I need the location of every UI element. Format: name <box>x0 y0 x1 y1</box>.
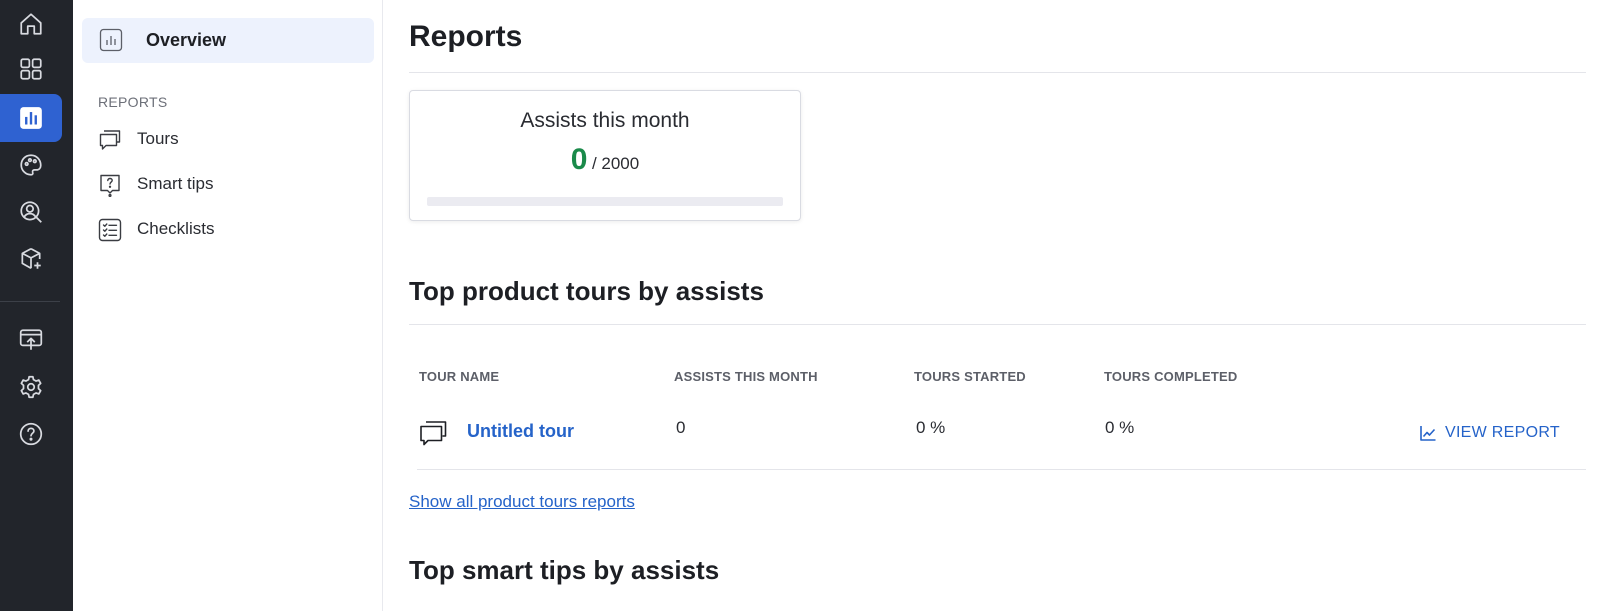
subnav-item-smart-tips[interactable]: Smart tips <box>98 170 368 200</box>
reports-chart-icon <box>20 107 42 129</box>
rail-audience-button[interactable] <box>0 188 62 236</box>
help-icon <box>19 422 43 446</box>
smart-tips-section-title: Top smart tips by assists <box>409 555 720 585</box>
bar-chart-icon <box>99 28 123 52</box>
column-header-tours-started: TOURS STARTED <box>914 369 1026 384</box>
view-report-button[interactable]: VIEW REPORT <box>1419 424 1560 442</box>
icon-rail <box>0 0 73 611</box>
assists-count-value: 0 <box>570 143 588 176</box>
gear-icon <box>20 375 42 399</box>
subnav-checklists-label: Checklists <box>137 219 215 238</box>
assists-card-title: Assists this month <box>520 109 690 132</box>
rail-settings-button[interactable] <box>0 363 62 411</box>
reports-main: Reports Assists this month 0 / 2000 Top … <box>384 0 1600 611</box>
view-report-label: VIEW REPORT <box>1444 424 1560 441</box>
tours-chat-icon <box>99 130 121 150</box>
page-title: Reports <box>409 20 523 53</box>
checklist-icon <box>98 218 122 242</box>
assists-count: 0 / 2000 <box>410 143 800 177</box>
rail-publish-button[interactable] <box>0 316 62 364</box>
tour-chat-icon <box>420 421 447 446</box>
subnav-overview-label: Overview <box>146 30 227 50</box>
assists-card: Assists this month 0 / 2000 <box>409 90 801 221</box>
rail-home-button[interactable] <box>0 0 62 48</box>
subnav-section-label: REPORTS <box>98 94 168 110</box>
subnav-item-overview[interactable]: Overview <box>82 18 374 63</box>
assists-count-total: / 2000 <box>591 154 640 173</box>
palette-icon <box>20 154 42 176</box>
column-header-assists: ASSISTS THIS MONTH <box>674 369 818 384</box>
reports-subnav: Overview REPORTS Tours Smart tips Checkl… <box>73 0 383 611</box>
tour-assists-value: 0 <box>676 418 686 437</box>
row-divider <box>417 469 1586 470</box>
tours-section-title: Top product tours by assists <box>409 276 764 306</box>
subnav-item-tours[interactable]: Tours <box>98 125 368 155</box>
rail-themes-button[interactable] <box>0 141 62 189</box>
home-icon <box>20 13 42 35</box>
title-divider <box>409 72 1586 73</box>
publish-upload-icon <box>19 329 43 350</box>
rail-apps-button[interactable] <box>0 45 62 93</box>
user-search-icon <box>20 201 42 223</box>
tours-section-divider <box>409 324 1586 325</box>
subnav-smart-tips-label: Smart tips <box>137 174 214 193</box>
apps-grid-icon <box>20 58 42 80</box>
tour-name-link[interactable]: Untitled tour <box>467 421 574 442</box>
rail-help-button[interactable] <box>0 410 62 458</box>
tour-completed-value: 0 % <box>1105 418 1135 437</box>
smart-tips-icon <box>100 174 120 197</box>
column-header-tours-completed: TOURS COMPLETED <box>1104 369 1238 384</box>
show-all-tours-link[interactable]: Show all product tours reports <box>409 492 635 512</box>
line-chart-icon <box>1420 426 1436 441</box>
assists-progress-bar <box>427 197 783 206</box>
rail-divider <box>0 301 60 302</box>
subnav-tours-label: Tours <box>137 129 179 148</box>
rail-reports-button[interactable] <box>0 94 62 142</box>
subnav-item-checklists[interactable]: Checklists <box>98 215 368 245</box>
column-header-tour-name: TOUR NAME <box>419 369 500 384</box>
tour-started-value: 0 % <box>916 418 946 437</box>
package-add-icon <box>21 247 41 269</box>
rail-integrations-button[interactable] <box>0 235 62 283</box>
